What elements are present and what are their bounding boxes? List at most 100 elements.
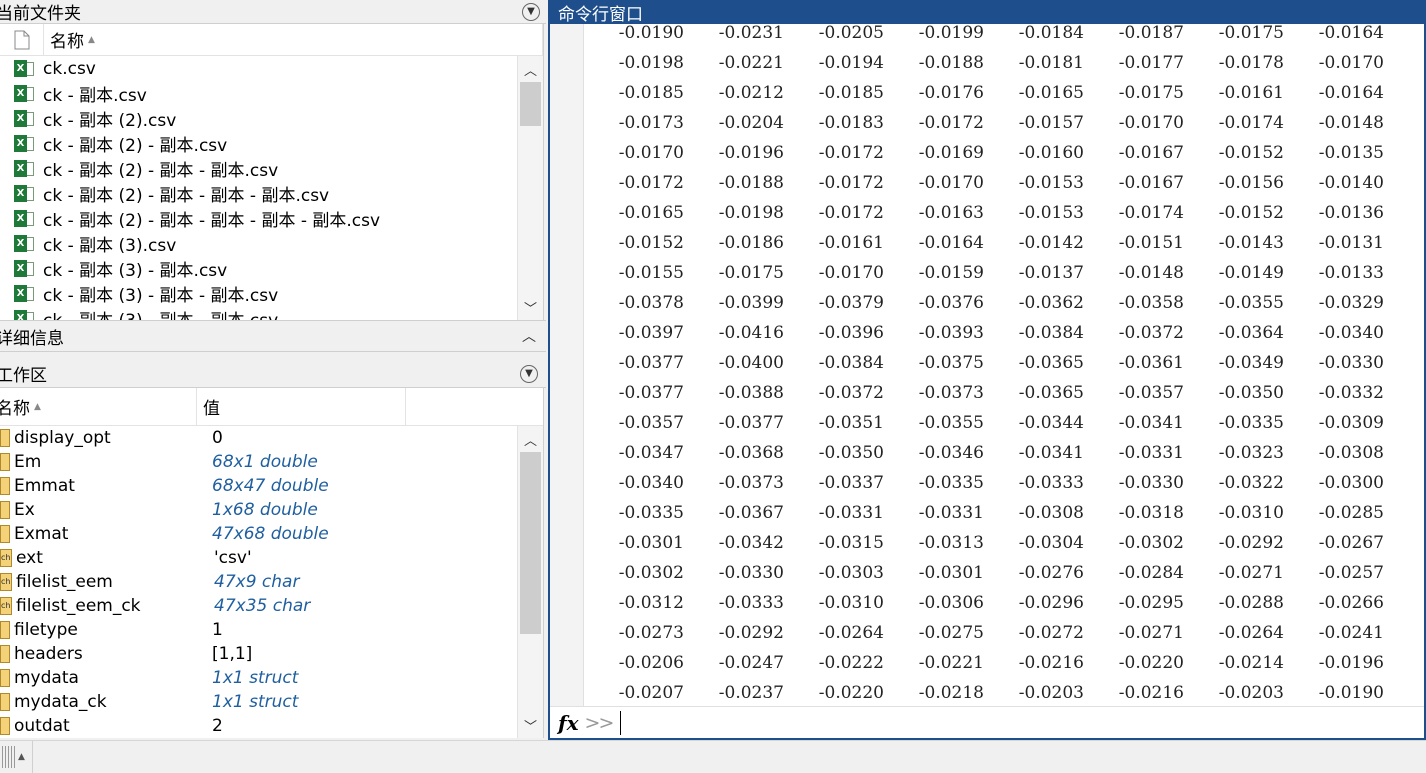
output-value: -0.0137 <box>1018 263 1084 283</box>
chevron-down-icon[interactable]: ▼ <box>520 364 538 383</box>
file-list-item[interactable]: Xck - 副本 (3) - 副本 - 副本.csv <box>0 306 517 320</box>
output-value: -0.0161 <box>818 233 884 253</box>
workspace-variable-row[interactable]: filetype 1 <box>0 618 517 642</box>
file-name: ck - 副本 (2) - 副本.csv <box>43 136 228 156</box>
command-window-title: 命令行窗口 <box>550 0 1424 25</box>
workspace-variable-row[interactable]: ch filelist_eem 47x9 char <box>0 570 517 594</box>
workspace-variable-row[interactable]: Em 68x1 double <box>0 450 517 474</box>
workspace-variable-row[interactable]: outdat 2 <box>0 714 517 738</box>
workspace-variable-row[interactable]: Emmat 68x47 double <box>0 474 517 498</box>
file-list-item[interactable]: Xck - 副本 (3) - 副本 - 副本.csv <box>0 281 517 306</box>
workspace-variable-list: display_opt 0 Em 68x1 double Emmat 68x47 doub… <box>0 426 517 738</box>
output-value: -0.0350 <box>818 443 884 463</box>
char-icon: ch <box>0 597 12 615</box>
file-type-column[interactable] <box>0 24 44 55</box>
variable-value: 2 <box>212 716 223 736</box>
output-value: -0.0170 <box>1118 113 1184 133</box>
output-value: -0.0301 <box>618 533 684 553</box>
output-value: -0.0237 <box>718 683 784 703</box>
output-value: -0.0142 <box>1018 233 1084 253</box>
workspace-name-column-header[interactable]: 名称 ▲ <box>0 388 197 425</box>
scroll-down-icon[interactable]: ﹀ <box>518 712 543 738</box>
file-list-item[interactable]: Xck - 副本 (2) - 副本 - 副本 - 副本.csv <box>0 181 517 206</box>
output-value: -0.0335 <box>1218 413 1284 433</box>
file-list-item[interactable]: Xck - 副本 (3) - 副本.csv <box>0 256 517 281</box>
workspace-variable-row[interactable]: headers [1,1] <box>0 642 517 666</box>
scroll-up-icon[interactable]: ︿ <box>518 56 543 82</box>
text-cursor <box>620 710 622 735</box>
variable-name: outdat <box>14 716 70 736</box>
output-row: -0.0378 -0.0399 -0.0379 -0.0376 -0.0362 -0.03… <box>584 288 1424 318</box>
excel-csv-icon: X <box>14 59 34 78</box>
output-value: -0.0271 <box>1118 623 1184 643</box>
current-folder-header[interactable]: 当前文件夹 ▼ <box>0 0 546 24</box>
file-name-column-header[interactable]: 名称 ▲ <box>44 24 543 55</box>
output-value: -0.0341 <box>1118 413 1184 433</box>
command-prompt[interactable]: fx >> <box>550 706 1424 738</box>
output-value: -0.0368 <box>718 443 784 463</box>
file-list-item[interactable]: Xck - 副本 (2) - 副本.csv <box>0 131 517 156</box>
file-list-item[interactable]: Xck.csv <box>0 56 517 81</box>
output-value: -0.0174 <box>1218 113 1284 133</box>
workspace-variable-row[interactable]: Exmat 47x68 double <box>0 522 517 546</box>
output-value: -0.0347 <box>618 443 684 463</box>
scrollbar-thumb[interactable] <box>520 82 541 126</box>
output-value: -0.0310 <box>1218 503 1284 523</box>
chevron-down-icon[interactable]: ▼ <box>522 2 540 21</box>
workspace-variable-row[interactable]: mydata 1x1 struct <box>0 666 517 690</box>
function-browser-icon[interactable]: fx <box>558 711 579 735</box>
output-row: -0.0273 -0.0292 -0.0264 -0.0275 -0.0272 -0.02… <box>584 618 1424 648</box>
output-value: -0.0296 <box>1018 593 1084 613</box>
output-value: -0.0349 <box>1218 353 1284 373</box>
prompt-symbol: >> <box>584 711 615 734</box>
variable-name: mydata <box>14 668 79 688</box>
output-value: -0.0393 <box>918 323 984 343</box>
workspace-name-label: 名称 <box>0 399 30 419</box>
workspace-variable-row[interactable]: mydata_ck 1x1 struct <box>0 690 517 714</box>
file-list-item[interactable]: Xck - 副本 (2) - 副本 - 副本 - 副本 - 副本.csv <box>0 206 517 231</box>
variable-name: Ex <box>14 500 35 520</box>
chevron-up-icon[interactable]: ︿ <box>520 327 538 345</box>
workspace-variable-row[interactable]: ch filelist_eem_ck 47x35 char <box>0 594 517 618</box>
output-row: -0.0347 -0.0368 -0.0350 -0.0346 -0.0341 -0.03… <box>584 438 1424 468</box>
workspace-value-column-header[interactable]: 值 <box>197 388 406 425</box>
output-row: -0.0190 -0.0231 -0.0205 -0.0199 -0.0184 -0.01… <box>584 24 1424 48</box>
file-list: Xck.csv Xck - 副本.csv Xck - 副本 (2).csv Xck -… <box>0 56 517 320</box>
file-list-item[interactable]: Xck - 副本 (3).csv <box>0 231 517 256</box>
output-value: -0.0355 <box>1218 293 1284 313</box>
variable-value: 1 <box>212 620 223 640</box>
details-header[interactable]: 详细信息 ︿ <box>0 320 546 352</box>
scroll-up-icon[interactable]: ︿ <box>518 426 543 452</box>
output-value: -0.0355 <box>918 413 984 433</box>
output-value: -0.0152 <box>1218 143 1284 163</box>
grip-icon[interactable] <box>2 746 16 768</box>
file-list-item[interactable]: Xck - 副本 (2) - 副本 - 副本.csv <box>0 156 517 181</box>
output-row: -0.0312 -0.0333 -0.0310 -0.0306 -0.0296 -0.02… <box>584 588 1424 618</box>
output-value: -0.0304 <box>1018 533 1084 553</box>
output-value: -0.0177 <box>1118 53 1184 73</box>
workspace-scrollbar[interactable]: ︿ ﹀ <box>517 426 543 738</box>
scroll-down-icon[interactable]: ﹀ <box>518 294 543 320</box>
output-row: -0.0340 -0.0373 -0.0337 -0.0335 -0.0333 -0.03… <box>584 468 1424 498</box>
workspace-variable-row[interactable]: Ex 1x68 double <box>0 498 517 522</box>
workspace-variable-row[interactable]: display_opt 0 <box>0 426 517 450</box>
file-list-scrollbar[interactable]: ︿ ﹀ <box>517 56 543 320</box>
workspace-variable-row[interactable]: ch ext 'csv' <box>0 546 517 570</box>
caret-up-icon[interactable]: ▲ <box>18 752 30 762</box>
output-value: -0.0131 <box>1318 233 1384 253</box>
output-row: -0.0397 -0.0416 -0.0396 -0.0393 -0.0384 -0.03… <box>584 318 1424 348</box>
output-value: -0.0203 <box>1018 683 1084 703</box>
output-row: -0.0207 -0.0237 -0.0220 -0.0218 -0.0203 -0.02… <box>584 678 1424 706</box>
output-value: -0.0335 <box>918 473 984 493</box>
output-value: -0.0164 <box>1318 24 1384 43</box>
output-value: -0.0190 <box>1318 683 1384 703</box>
scrollbar-thumb[interactable] <box>520 452 541 634</box>
file-list-item[interactable]: Xck - 副本.csv <box>0 81 517 106</box>
file-list-item[interactable]: Xck - 副本 (2).csv <box>0 106 517 131</box>
output-value: -0.0357 <box>1118 383 1184 403</box>
workspace-header[interactable]: 工作区 ▼ <box>0 360 546 388</box>
command-output[interactable]: -0.0190 -0.0231 -0.0205 -0.0199 -0.0184 -0.01… <box>584 24 1424 706</box>
output-value: -0.0264 <box>818 623 884 643</box>
output-value: -0.0335 <box>618 503 684 523</box>
output-value: -0.0384 <box>1018 323 1084 343</box>
